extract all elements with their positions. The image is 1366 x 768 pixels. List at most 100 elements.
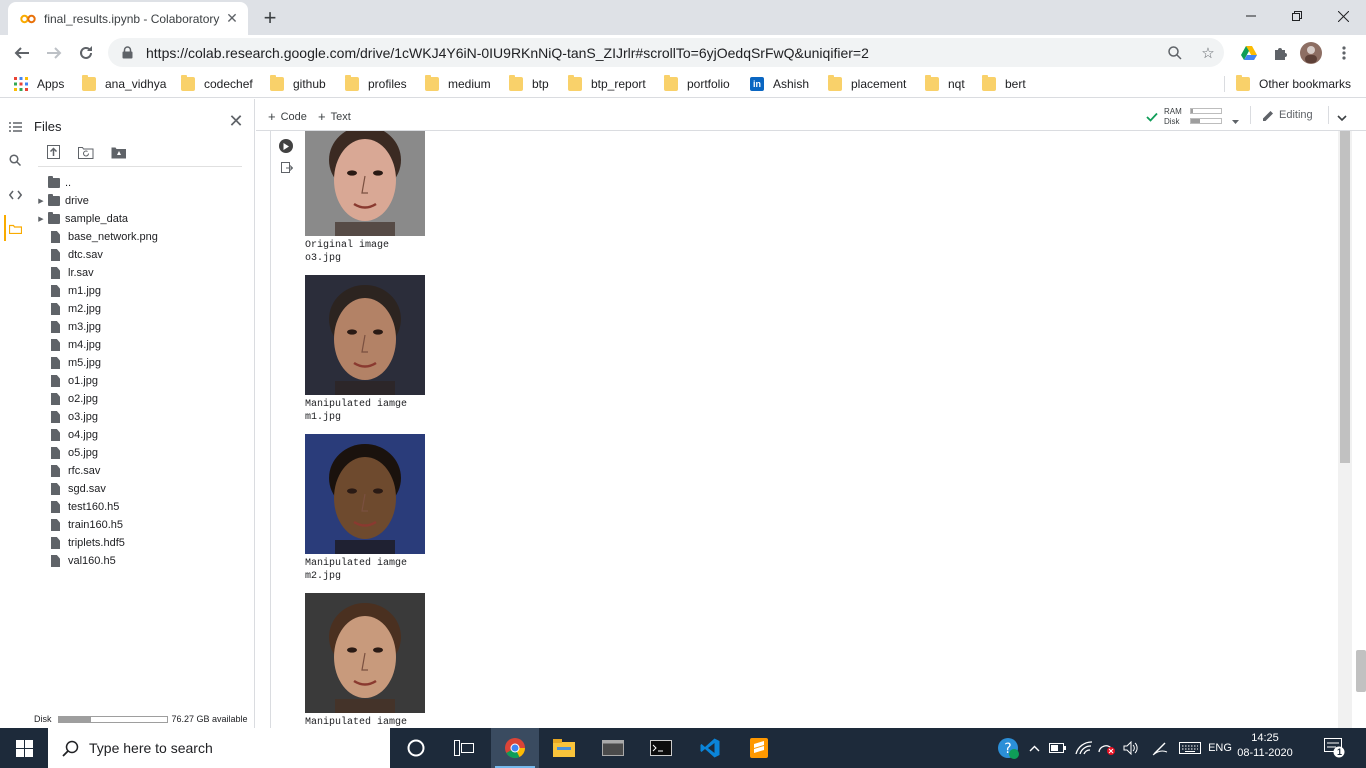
bookmark-star-icon[interactable]: ☆ [1193, 38, 1223, 67]
keyboard-icon[interactable] [1176, 728, 1204, 768]
wifi-icon[interactable] [1072, 728, 1096, 768]
windows-start-icon[interactable] [0, 728, 48, 768]
bookmark-placement[interactable]: placement [828, 75, 906, 93]
file-tree-file[interactable]: m2.jpg [30, 300, 250, 318]
notification-center-icon[interactable]: 1 [1318, 728, 1352, 768]
help-icon[interactable]: ? [994, 728, 1022, 768]
input-language[interactable]: ENG [1206, 728, 1234, 768]
files-folder-icon[interactable] [7, 221, 23, 237]
run-cell-button[interactable] [279, 139, 293, 153]
back-icon[interactable] [8, 39, 36, 67]
file-tree-folder[interactable]: ▶ drive [30, 192, 250, 210]
output-caption: Manipulated iamge [305, 717, 408, 728]
file-tree-file[interactable]: rfc.sav [30, 462, 250, 480]
add-text-cell-button[interactable]: + Text [318, 109, 351, 124]
chevron-down-icon[interactable] [1232, 113, 1239, 127]
bookmark-codechef[interactable]: codechef [181, 75, 253, 93]
bookmark-github[interactable]: github [270, 75, 326, 93]
volume-icon[interactable] [1120, 728, 1142, 768]
editing-mode-button[interactable]: Editing [1263, 109, 1313, 121]
pen-icon[interactable] [1148, 728, 1172, 768]
file-name: m4.jpg [68, 339, 102, 351]
clock-time: 14:25 [1251, 732, 1279, 744]
mount-drive-icon[interactable] [111, 144, 127, 160]
cortana-icon[interactable] [392, 728, 440, 768]
bookmark-profiles[interactable]: profiles [345, 75, 407, 93]
file-tree-file[interactable]: test160.h5 [30, 498, 250, 516]
file-tree-folder[interactable]: ▶ sample_data [30, 210, 250, 228]
forward-icon[interactable] [40, 39, 68, 67]
file-tree-file[interactable]: triplets.hdf5 [30, 534, 250, 552]
refresh-folder-icon[interactable] [78, 144, 94, 160]
file-explorer-icon[interactable] [540, 728, 588, 768]
notebook-scrollbar[interactable] [1338, 131, 1352, 728]
file-tree-file[interactable]: o3.jpg [30, 408, 250, 426]
tray-chevron-up-icon[interactable] [1024, 728, 1044, 768]
terminal-icon[interactable] [637, 728, 685, 768]
minimize-icon[interactable] [1228, 0, 1274, 32]
vscode-icon[interactable] [686, 728, 734, 768]
code-snippets-icon[interactable] [7, 187, 23, 203]
output-menu-icon[interactable] [281, 162, 294, 174]
bookmark-medium[interactable]: medium [425, 75, 491, 93]
new-tab-button[interactable]: + [258, 5, 282, 30]
table-of-contents-icon[interactable] [7, 119, 23, 135]
file-icon [51, 321, 60, 333]
browser-menu-icon[interactable] [1331, 40, 1357, 66]
taskbar-search-box[interactable]: Type here to search [48, 728, 390, 768]
bookmark-btp-report[interactable]: btp_report [568, 75, 646, 93]
file-tree-file[interactable]: sgd.sav [30, 480, 250, 498]
file-tree-file[interactable]: m3.jpg [30, 318, 250, 336]
file-tree-file[interactable]: o2.jpg [30, 390, 250, 408]
output-image-block: Original image o3.jpg [305, 131, 505, 265]
reload-icon[interactable] [72, 39, 100, 67]
extensions-puzzle-icon[interactable] [1267, 40, 1293, 66]
page-scrollbar-thumb[interactable] [1356, 650, 1366, 692]
battery-icon[interactable] [1046, 728, 1070, 768]
close-icon[interactable]: ✕ [228, 111, 244, 131]
expand-arrow-icon[interactable]: ▶ [34, 215, 48, 223]
zoom-icon[interactable] [1160, 38, 1190, 67]
window-app-icon[interactable] [589, 728, 637, 768]
close-window-icon[interactable] [1320, 0, 1366, 32]
restore-icon[interactable] [1274, 0, 1320, 32]
bookmark-btp[interactable]: btp [509, 75, 549, 93]
collapse-header-icon[interactable] [1337, 111, 1347, 125]
file-tree-file[interactable]: val160.h5 [30, 552, 250, 570]
expand-arrow-icon[interactable]: ▶ [34, 197, 48, 205]
sublime-text-icon[interactable] [735, 728, 783, 768]
file-tree-file[interactable]: lr.sav [30, 264, 250, 282]
bookmark-nqt[interactable]: nqt [925, 75, 965, 93]
upload-icon[interactable] [45, 144, 61, 160]
add-code-cell-button[interactable]: + Code [268, 109, 307, 124]
bookmark-apps[interactable]: Apps [14, 75, 64, 93]
bookmark-bert[interactable]: bert [982, 75, 1026, 93]
resource-monitor[interactable]: RAM Disk [1146, 106, 1240, 126]
google-drive-icon[interactable] [1236, 40, 1262, 66]
file-tree-parent[interactable]: .. [30, 174, 250, 192]
network-error-icon[interactable] [1096, 728, 1118, 768]
taskbar-clock[interactable]: 14:25 08-11-2020 [1236, 731, 1294, 761]
browser-tab[interactable]: final_results.ipynb - Colaboratory ✕ [8, 2, 248, 35]
file-tree-file[interactable]: o5.jpg [30, 444, 250, 462]
search-icon[interactable] [7, 152, 23, 168]
tab-close-icon[interactable]: ✕ [224, 10, 240, 27]
file-tree-file[interactable]: dtc.sav [30, 246, 250, 264]
file-tree-file[interactable]: o1.jpg [30, 372, 250, 390]
file-tree-file[interactable]: m5.jpg [30, 354, 250, 372]
address-bar[interactable]: https://colab.research.google.com/drive/… [108, 38, 1224, 67]
file-tree-file[interactable]: train160.h5 [30, 516, 250, 534]
file-tree-file[interactable]: m4.jpg [30, 336, 250, 354]
bookmark-ana-vidhya[interactable]: ana_vidhya [82, 75, 166, 93]
bookmark-portfolio[interactable]: portfolio [664, 75, 730, 93]
notebook-scrollbar-thumb[interactable] [1340, 131, 1350, 463]
taskbar-chrome[interactable] [491, 728, 539, 768]
bookmark-label: Other bookmarks [1259, 77, 1352, 91]
profile-avatar[interactable] [1298, 40, 1324, 66]
bookmark-other[interactable]: Other bookmarks [1236, 75, 1351, 93]
bookmark-ashish[interactable]: in Ashish [750, 75, 809, 93]
task-view-icon[interactable] [440, 728, 488, 768]
file-tree-file[interactable]: base_network.png [30, 228, 250, 246]
file-tree-file[interactable]: m1.jpg [30, 282, 250, 300]
file-tree-file[interactable]: o4.jpg [30, 426, 250, 444]
